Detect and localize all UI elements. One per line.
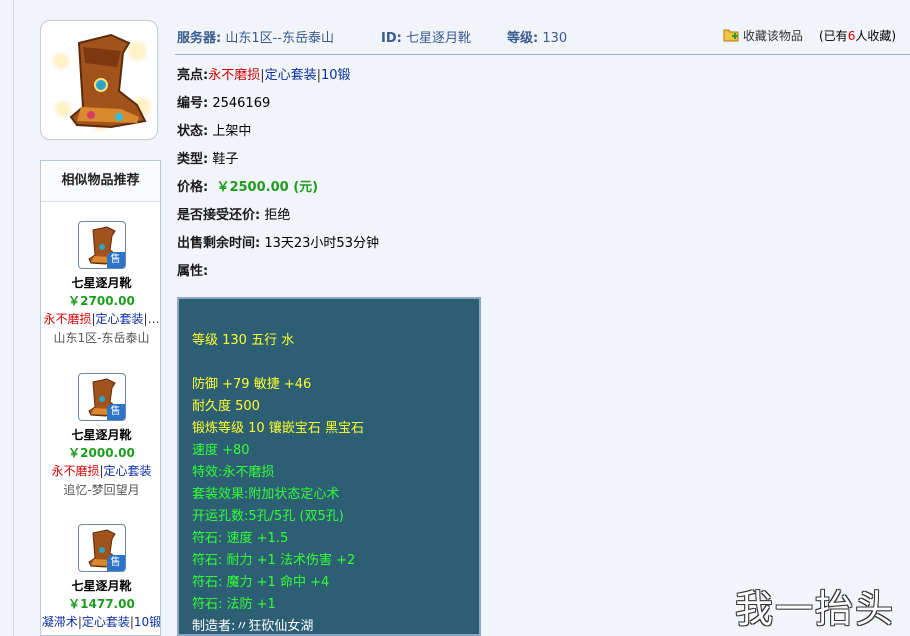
similar-item-thumb[interactable]: 售 (77, 524, 126, 572)
type-row: 类型: 鞋子 (177, 152, 239, 167)
sale-badge: 售 (106, 252, 125, 268)
attr-line: 耐久度 500 (192, 399, 260, 414)
attr-line: 符石: 耐力 +1 法术伤害 +2 (192, 553, 356, 568)
attribute-box: 等级 130 五行 水 防御 +79 敏捷 +46 耐久度 500 锻炼等级 1… (177, 297, 481, 636)
favorite-label[interactable]: 收藏该物品 (743, 29, 803, 43)
sale-badge: 售 (106, 555, 125, 571)
attr-line: 符石: 法防 +1 (192, 597, 276, 612)
sidebar-divider (13, 0, 14, 636)
attr-line: 锻炼等级 10 镶嵌宝石 黑宝石 (192, 421, 364, 436)
similar-item-name[interactable]: 七星逐月靴 (41, 274, 160, 292)
attr-line: 开运孔数:5孔/5孔 (双5孔) (192, 509, 344, 524)
similar-item-price: ￥2000.00 (68, 446, 135, 460)
similar-item-name[interactable]: 七星逐月靴 (41, 426, 160, 444)
boot-icon (51, 33, 153, 133)
number-row: 编号: 2546169 (177, 96, 271, 111)
attr-line: 制造者:〃狂砍仙女湖 (192, 619, 314, 634)
similar-items-title: 相似物品推荐 (41, 161, 160, 202)
attr-line: 特效:永不磨损 (192, 465, 275, 480)
price-row: 价格: ￥2500.00 (元) (177, 180, 319, 195)
similar-item-tags: 永不磨损|定心套装|… (43, 312, 160, 326)
highlight-row: 亮点:永不磨损|定心套装|10锻 (177, 68, 351, 83)
sale-badge: 售 (106, 404, 125, 420)
similar-item-server: 追忆-梦回望月 (63, 483, 140, 497)
bargain-row: 是否接受还价: 拒绝 (177, 208, 291, 223)
similar-item-price: ￥1477.00 (68, 597, 135, 611)
item-id-info: ID: 七星逐月靴 (381, 31, 471, 46)
similar-items-panel: 相似物品推荐 售 七星逐月靴 ￥2700.00 永不磨损|定心套装|… 山东1区… (40, 160, 161, 636)
server-info: 服务器: 山东1区--东岳泰山 (177, 31, 334, 46)
attr-line: 防御 +79 敏捷 +46 (192, 377, 312, 392)
status-row: 状态: 上架中 (177, 124, 252, 139)
similar-item-thumb[interactable]: 售 (77, 373, 126, 421)
favorite-count: (已有6人收藏) (819, 29, 897, 43)
attr-line: 等级 130 五行 水 (192, 333, 295, 348)
similar-item-price: ￥2700.00 (68, 294, 135, 308)
attr-line: 速度 +80 (192, 443, 250, 458)
similar-item-tags: 永不磨损|定心套装 (51, 464, 152, 478)
left-sidebar: 相似物品推荐 售 七星逐月靴 ￥2700.00 永不磨损|定心套装|… 山东1区… (0, 0, 170, 636)
level-info: 等级: 130 (507, 31, 568, 46)
similar-item-server: 山东1区-东岳泰山 (53, 331, 150, 345)
item-main-image (40, 20, 158, 140)
similar-item-tags: 凝滞术|定心套装|10锻 (41, 615, 161, 629)
attr-line: 套装效果:附加状态定心术 (192, 487, 340, 502)
item-header-bar: 服务器: 山东1区--东岳泰山 ID: 七星逐月靴 等级: 130 收藏该物品 … (175, 18, 910, 55)
similar-item[interactable]: 售 七星逐月靴 ￥2000.00 永不磨损|定心套装 追忆-梦回望月 (41, 373, 160, 500)
attr-line: 符石: 魔力 +1 命中 +4 (192, 575, 330, 590)
attr-line: 符石: 速度 +1.5 (192, 531, 289, 546)
similar-item-thumb[interactable]: 售 (77, 221, 126, 269)
folder-add-icon (723, 29, 739, 42)
favorite-button[interactable]: 收藏该物品 (723, 27, 803, 44)
remaining-time-row: 出售剩余时间: 13天23小时53分钟 (177, 236, 379, 251)
attribute-label: 属性: (177, 264, 209, 279)
similar-item-name[interactable]: 七星逐月靴 (41, 577, 160, 595)
subtitle-watermark: 我一抬头 就 (735, 587, 910, 631)
similar-item[interactable]: 售 七星逐月靴 ￥1477.00 凝滞术|定心套装|10锻 (41, 524, 161, 631)
similar-item[interactable]: 售 七星逐月靴 ￥2700.00 永不磨损|定心套装|… 山东1区-东岳泰山 (41, 221, 160, 348)
